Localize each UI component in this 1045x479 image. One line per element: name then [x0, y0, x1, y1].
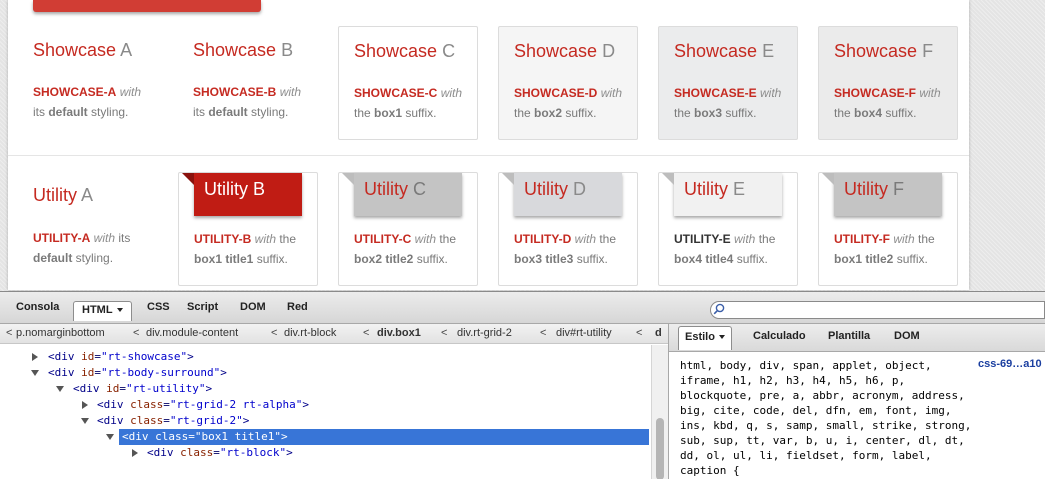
breadcrumb: < p.nomarginbottom < div.module-content …	[0, 324, 668, 344]
expand-icon[interactable]	[82, 401, 88, 409]
showcase-title: Showcase D	[514, 41, 616, 61]
breadcrumb-item[interactable]: div.rt-grid-2	[457, 327, 512, 339]
utility-block-e: Utility E UTILITY-E with the box4 title4 …	[658, 172, 798, 286]
breadcrumb-item[interactable]: div.module-content	[146, 327, 238, 339]
tree-node[interactable]: <div class="rt-grid-2 rt-alpha">	[97, 397, 309, 413]
tab-dom[interactable]: DOM	[240, 301, 266, 313]
showcase-block-e: Showcase E SHOWCASE-E with the box3 suffi…	[658, 26, 798, 140]
utility-block-f: Utility F UTILITY-F with the box1 title2 …	[818, 172, 958, 286]
tab-red[interactable]: Red	[287, 301, 308, 313]
utility-block-b: Utility B UTILITY-B with the box1 title1 …	[178, 172, 318, 286]
collapse-icon[interactable]	[56, 386, 64, 392]
chevron-down-icon	[116, 308, 123, 313]
utility-desc: UTILITY-B with the box1 title1 suffix.	[194, 232, 297, 266]
firebug-toolbar: Consola HTML CSS Script DOM Red	[0, 292, 1045, 324]
tab-consola[interactable]: Consola	[16, 301, 59, 313]
tree-node[interactable]: <div id="rt-showcase">	[48, 349, 194, 365]
breadcrumb-item[interactable]: d	[655, 327, 662, 339]
utility-block-d: Utility D UTILITY-D with the box3 title3 …	[498, 172, 638, 286]
search-input[interactable]	[710, 301, 1045, 319]
scrollbar-thumb[interactable]	[656, 418, 664, 479]
tree-node[interactable]: <div id="rt-body-surround">	[48, 365, 227, 381]
utility-desc: UTILITY-D with the box3 title3 suffix.	[514, 232, 617, 266]
showcase-block-d: Showcase D SHOWCASE-D with the box2 suffi…	[498, 26, 638, 140]
showcase-desc: SHOWCASE-A with its default styling.	[33, 85, 142, 119]
side-tabs: Estilo Calculado Plantilla DOM	[669, 324, 1045, 352]
expand-icon[interactable]	[32, 353, 38, 361]
utility-desc: UTILITY-F with the box1 title2 suffix.	[834, 232, 935, 266]
utility-title-tab: Utility D	[502, 173, 622, 216]
section-divider	[8, 155, 969, 156]
expand-icon[interactable]	[132, 449, 138, 457]
showcase-desc: SHOWCASE-B with its default styling.	[193, 85, 302, 119]
utility-title-tab: Utility F	[822, 173, 942, 216]
tree-node[interactable]: <div id="rt-utility">	[73, 381, 212, 397]
tab-calculado[interactable]: Calculado	[753, 330, 806, 342]
tab-html[interactable]: HTML	[73, 301, 132, 321]
css-source-link[interactable]: css-69…a10	[978, 358, 1042, 370]
showcase-title: Showcase E	[674, 41, 775, 61]
collapse-icon[interactable]	[81, 418, 89, 424]
tab-plantilla[interactable]: Plantilla	[828, 330, 870, 342]
html-tree: <div id="rt-showcase"> <div id="rt-body-…	[0, 345, 650, 479]
showcase-block-c: Showcase C SHOWCASE-C with the box1 suffi…	[338, 26, 478, 140]
tab-css[interactable]: CSS	[147, 301, 170, 313]
tab-dom-side[interactable]: DOM	[894, 330, 920, 342]
breadcrumb-item[interactable]: p.nomarginbottom	[16, 327, 105, 339]
search-icon	[713, 303, 725, 315]
tab-script[interactable]: Script	[187, 301, 218, 313]
showcase-desc: SHOWCASE-E with the box3 suffix.	[674, 86, 782, 120]
showcase-block-a: Showcase A SHOWCASE-A with its default st…	[18, 26, 158, 140]
showcase-title: Showcase F	[834, 41, 934, 61]
tree-node[interactable]: <div class="rt-block">	[147, 445, 293, 461]
utility-block-c: Utility C UTILITY-C with the box2 title2 …	[338, 172, 478, 286]
tree-scrollbar[interactable]	[651, 345, 668, 479]
tree-node[interactable]: <div class="rt-grid-2">	[97, 413, 249, 429]
collapse-icon[interactable]	[106, 434, 114, 440]
rocket-theme-page: Showcase A SHOWCASE-A with its default st…	[8, 0, 969, 290]
showcase-block-b: Showcase B SHOWCASE-B with its default st…	[178, 26, 318, 140]
tree-node-selected[interactable]: <div class="box1 title1">	[119, 429, 649, 445]
utility-title-tab: Utility E	[662, 173, 782, 216]
collapse-icon[interactable]	[31, 370, 39, 376]
showcase-title: Showcase C	[354, 41, 456, 61]
chevron-down-icon	[718, 335, 725, 340]
showcase-desc: SHOWCASE-C with the box1 suffix.	[354, 86, 463, 120]
showcase-title: Showcase B	[193, 40, 294, 60]
breadcrumb-item-selected[interactable]: div.box1	[377, 327, 421, 339]
utility-title-tab: Utility B	[182, 173, 302, 216]
showcase-desc: SHOWCASE-D with the box2 suffix.	[514, 86, 623, 120]
breadcrumb-item[interactable]: div#rt-utility	[556, 327, 612, 339]
showcase-desc: SHOWCASE-F with the box4 suffix.	[834, 86, 941, 120]
style-side-panel: Estilo Calculado Plantilla DOM html, bod…	[668, 324, 1045, 479]
showcase-title: Showcase A	[33, 40, 133, 60]
css-rule-selector: html, body, div, span, applet, object, i…	[680, 359, 972, 477]
utility-block-a: UTILITY-A with its default styling.	[18, 172, 158, 286]
showcase-block-f: Showcase F SHOWCASE-F with the box4 suffi…	[818, 26, 958, 140]
utility-desc: UTILITY-A with its default styling.	[33, 231, 131, 265]
tab-estilo[interactable]: Estilo	[678, 326, 732, 350]
breadcrumb-item[interactable]: div.rt-block	[284, 327, 336, 339]
utility-desc: UTILITY-C with the box2 title2 suffix.	[354, 232, 457, 266]
firebug-panel: Consola HTML CSS Script DOM Red < p.noma…	[0, 291, 1045, 479]
utility-title-tab: Utility C	[342, 173, 462, 216]
header-red-bar[interactable]	[33, 0, 261, 12]
utility-desc: UTILITY-E with the box4 title4 suffix.	[674, 232, 776, 266]
